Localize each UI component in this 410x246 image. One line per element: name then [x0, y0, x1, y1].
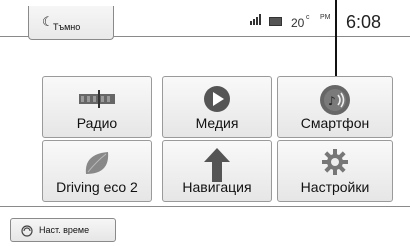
tile-settings[interactable]: Настройки	[277, 140, 393, 202]
status-bar: 20 c PM 6:08	[250, 10, 410, 34]
weather-icon	[21, 225, 33, 237]
smartphone-icon: ♪	[320, 85, 350, 115]
signal-icon	[250, 14, 264, 25]
weather-button[interactable]: Наст. време	[10, 218, 116, 242]
settings-gear-icon	[322, 149, 348, 175]
tile-label: Медия	[195, 115, 239, 131]
tile-label: Навигация	[182, 179, 252, 195]
navigation-arrow-icon	[204, 148, 230, 182]
svg-text:♪: ♪	[328, 94, 336, 108]
tile-navigation[interactable]: Навигация	[162, 140, 272, 202]
eco-leaf-icon	[85, 152, 109, 174]
callout-line	[335, 0, 337, 88]
clock-time: 6:08	[346, 12, 382, 32]
ampm-label: PM	[320, 14, 331, 21]
battery-icon	[269, 17, 282, 26]
tile-label: Driving eco 2	[56, 179, 138, 195]
home-screen: ☾ Тъмно 20 c PM 6:08 Радио Медия ♪ Смарт…	[0, 0, 410, 246]
tile-label: Смартфон	[300, 115, 370, 131]
moon-icon: ☾	[42, 14, 54, 29]
date-fragment: 20	[291, 16, 305, 30]
display-mode-label: Тъмно	[53, 22, 81, 32]
tile-smartphone[interactable]: ♪ Смартфон	[277, 76, 393, 138]
media-play-icon	[204, 86, 230, 112]
weather-label: Наст. време	[39, 225, 90, 235]
tile-label: Радио	[76, 115, 118, 131]
tile-label: Настройки	[300, 179, 370, 195]
display-mode-tab[interactable]: ☾ Тъмно	[28, 6, 114, 40]
superscript-c: c	[306, 14, 310, 21]
tile-radio[interactable]: Радио	[42, 76, 152, 138]
tile-driving-eco[interactable]: Driving eco 2	[42, 140, 152, 202]
tile-media[interactable]: Медия	[162, 76, 272, 138]
radio-icon	[79, 90, 115, 108]
bottom-divider	[0, 206, 410, 207]
